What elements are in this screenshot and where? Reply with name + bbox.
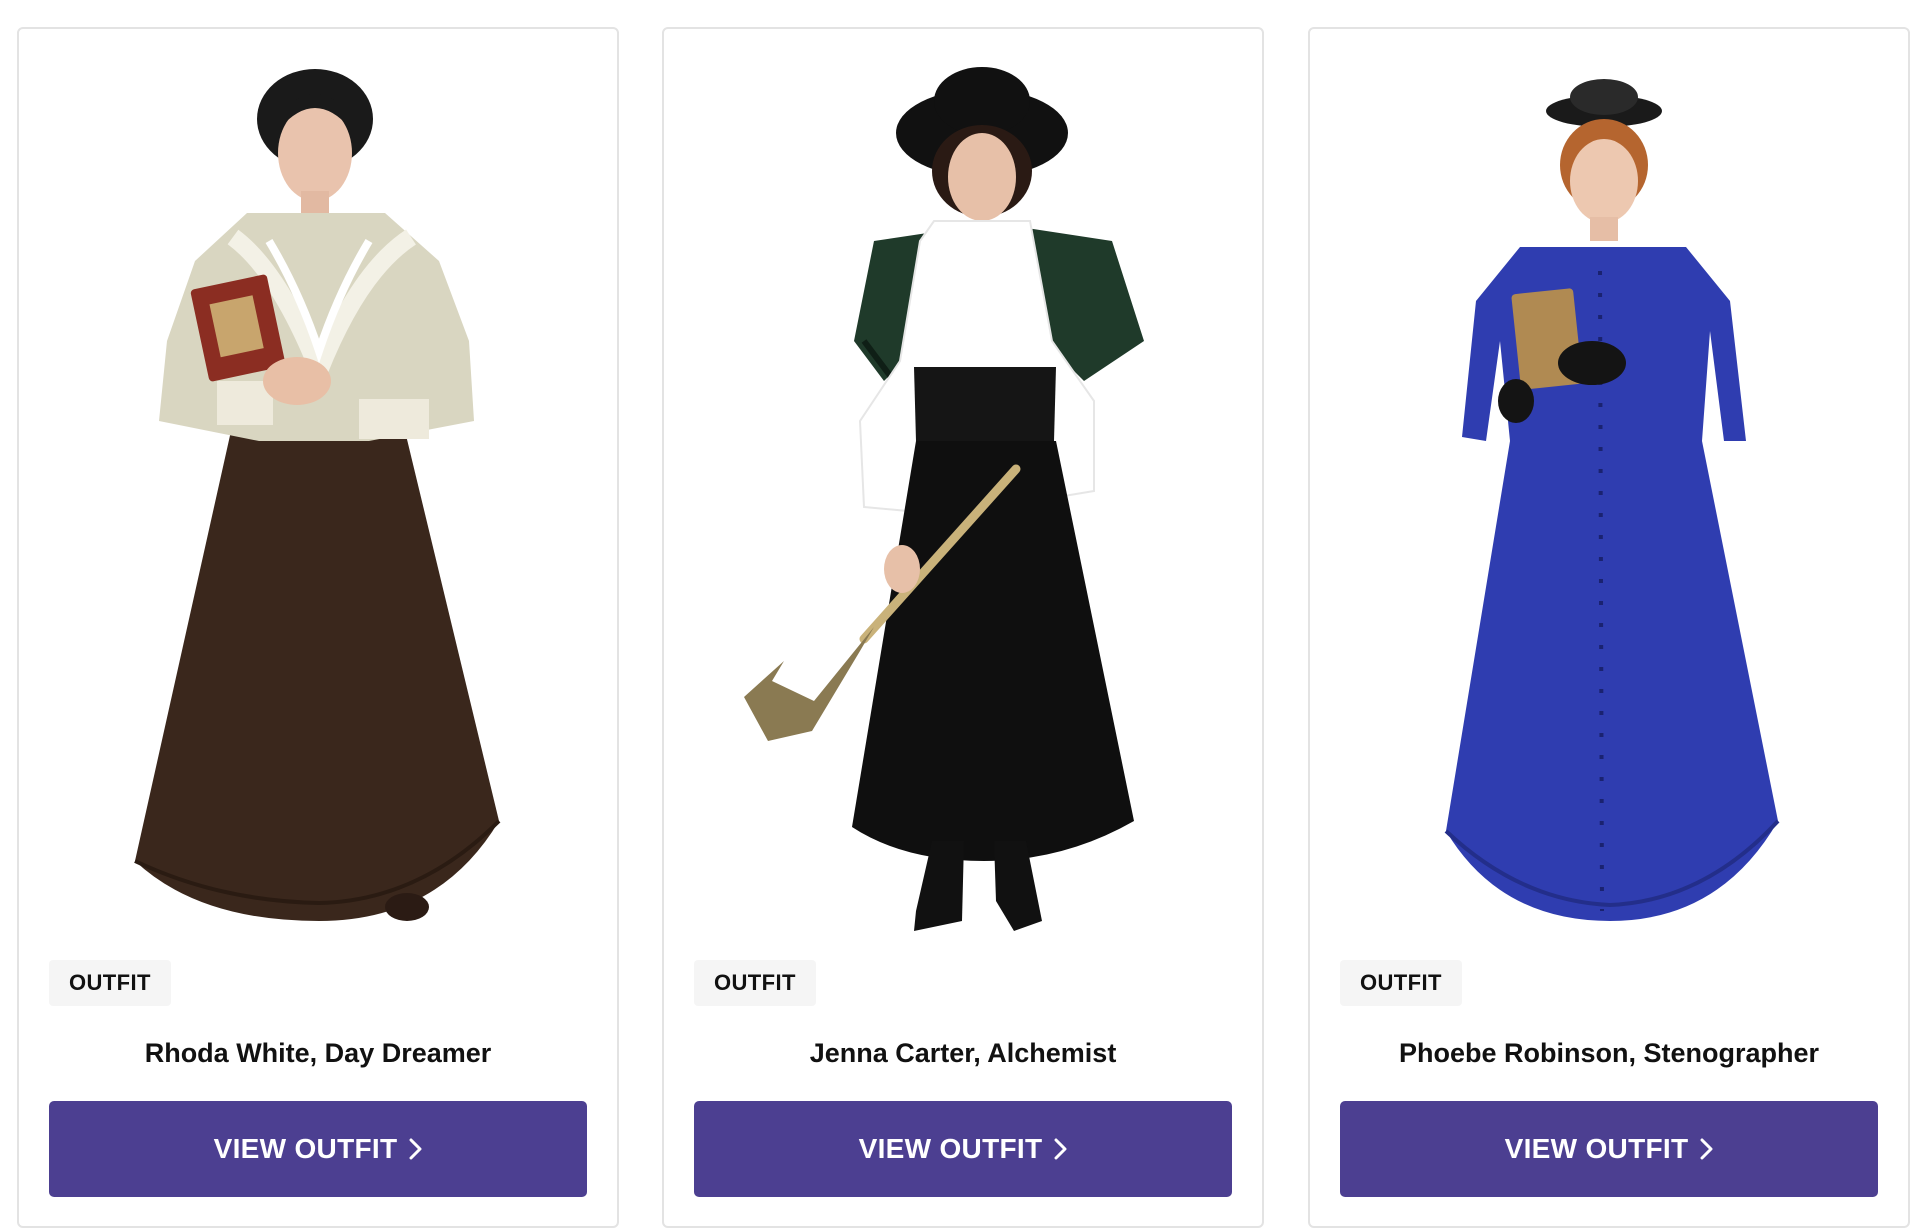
- product-type-badge: OUTFIT: [1340, 960, 1462, 1006]
- product-card: OUTFIT Jenna Carter, Alchemist VIEW OUTF…: [662, 27, 1264, 1228]
- product-title[interactable]: Phoebe Robinson, Stenographer: [1310, 1033, 1908, 1073]
- product-image[interactable]: [19, 41, 617, 951]
- product-grid: OUTFIT Rhoda White, Day Dreamer VIEW OUT…: [0, 0, 1930, 1230]
- view-outfit-button[interactable]: VIEW OUTFIT: [49, 1101, 587, 1197]
- view-outfit-button[interactable]: VIEW OUTFIT: [694, 1101, 1232, 1197]
- product-title[interactable]: Jenna Carter, Alchemist: [664, 1033, 1262, 1073]
- chevron-right-icon: [1700, 1138, 1713, 1160]
- view-outfit-button[interactable]: VIEW OUTFIT: [1340, 1101, 1878, 1197]
- product-type-badge: OUTFIT: [49, 960, 171, 1006]
- product-type-badge: OUTFIT: [694, 960, 816, 1006]
- product-image[interactable]: [1310, 41, 1908, 951]
- product-title[interactable]: Rhoda White, Day Dreamer: [19, 1033, 617, 1073]
- product-photo: [134, 69, 501, 921]
- view-outfit-label: VIEW OUTFIT: [213, 1133, 398, 1164]
- product-image[interactable]: [664, 41, 1262, 951]
- view-outfit-label: VIEW OUTFIT: [1504, 1133, 1689, 1164]
- chevron-right-icon: [409, 1138, 422, 1160]
- view-outfit-label: VIEW OUTFIT: [858, 1133, 1043, 1164]
- product-photo: [744, 67, 1144, 931]
- chevron-right-icon: [1054, 1138, 1067, 1160]
- product-photo: [1444, 79, 1780, 921]
- product-card: OUTFIT Rhoda White, Day Dreamer VIEW OUT…: [17, 27, 619, 1228]
- product-card: OUTFIT Phoebe Robinson, Stenographer VIE…: [1308, 27, 1910, 1228]
